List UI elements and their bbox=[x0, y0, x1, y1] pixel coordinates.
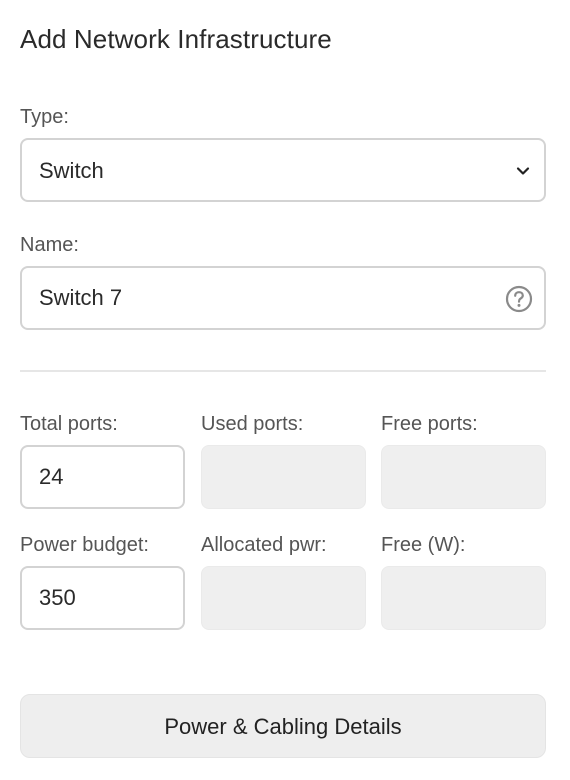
allocated-power-field bbox=[201, 566, 366, 630]
name-input[interactable]: Switch 7 bbox=[20, 266, 546, 330]
type-select-value: Switch bbox=[39, 158, 104, 183]
type-select[interactable]: Switch bbox=[20, 138, 546, 202]
name-label: Name: bbox=[20, 234, 79, 256]
question-circle-icon[interactable] bbox=[504, 284, 534, 314]
power-cabling-details-button[interactable]: Power & Cabling Details bbox=[20, 694, 546, 758]
used-ports-label: Used ports: bbox=[201, 413, 304, 435]
used-ports-field bbox=[201, 445, 366, 509]
form-title: Add Network Infrastructure bbox=[20, 24, 332, 54]
type-label: Type: bbox=[20, 106, 69, 128]
name-input-value: Switch 7 bbox=[39, 285, 123, 310]
power-budget-value: 350 bbox=[39, 585, 76, 610]
chevron-down-icon bbox=[516, 167, 530, 175]
power-budget-label: Power budget: bbox=[20, 534, 149, 556]
total-ports-input[interactable]: 24 bbox=[20, 445, 185, 509]
free-ports-field bbox=[381, 445, 546, 509]
total-ports-label: Total ports: bbox=[20, 413, 118, 435]
power-budget-input[interactable]: 350 bbox=[20, 566, 185, 630]
free-ports-label: Free ports: bbox=[381, 413, 478, 435]
power-cabling-details-label: Power & Cabling Details bbox=[164, 714, 402, 739]
total-ports-value: 24 bbox=[39, 464, 64, 489]
free-watts-label: Free (W): bbox=[381, 534, 466, 556]
allocated-power-label: Allocated pwr: bbox=[201, 534, 327, 556]
section-divider bbox=[20, 370, 546, 372]
free-watts-field bbox=[381, 566, 546, 630]
